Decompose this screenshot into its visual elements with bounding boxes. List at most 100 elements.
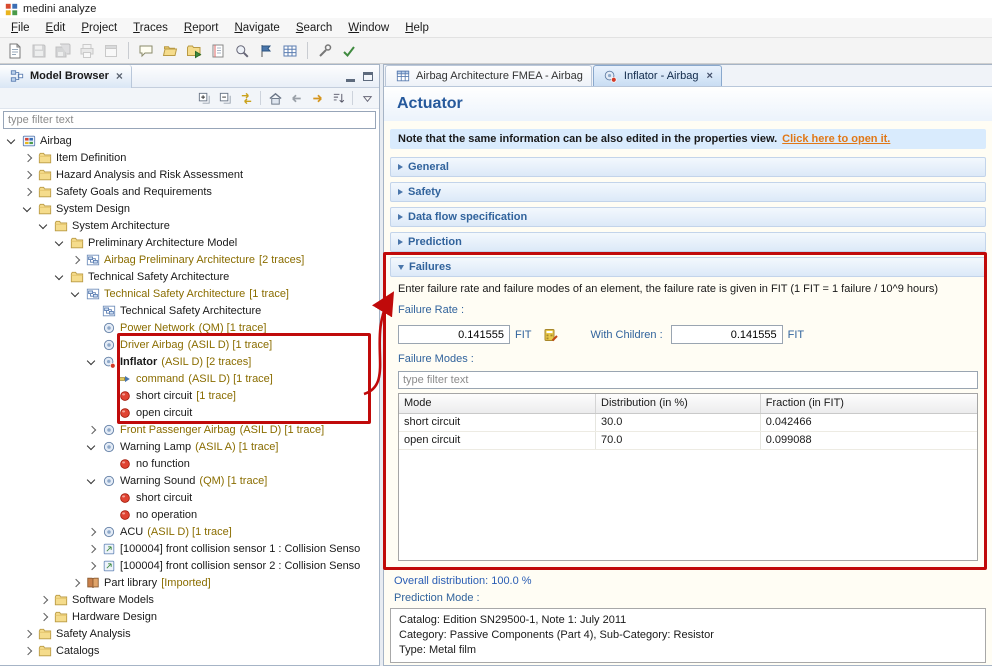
tree-item-catalogs[interactable]: Catalogs [0,642,379,659]
open-properties-link[interactable]: Click here to open it. [782,133,890,145]
tag-button[interactable] [255,40,277,62]
failure-rate-input[interactable] [398,325,510,344]
minimize-view-button[interactable] [346,71,355,82]
grid-button[interactable] [279,40,301,62]
tree-item-technical-safety-architecture[interactable]: Technical Safety Architecture[1 trace] [0,285,379,302]
expand-twistie-icon[interactable] [68,252,84,268]
expand-twistie-icon[interactable] [68,575,84,591]
tree-item-airbag[interactable]: Airbag [0,132,379,149]
collapse-twistie-icon[interactable] [20,201,36,217]
menu-file[interactable]: File [3,20,38,36]
section-data-flow-specification[interactable]: Data flow specification [390,207,986,227]
tree-item-command[interactable]: command(ASIL D) [1 trace] [0,370,379,387]
collapse-twistie-icon[interactable] [84,354,100,370]
expand-all-button[interactable] [194,89,214,108]
prediction-info-box[interactable]: Catalog: Edition SN29500-1, Note 1: July… [390,608,986,663]
column-header-mode[interactable]: Mode [399,394,596,413]
tree-item-short-circuit[interactable]: short circuit[1 trace] [0,387,379,404]
tree-item-front-passenger-airbag[interactable]: Front Passenger Airbag(ASIL D) [1 trace] [0,421,379,438]
folder-run-button[interactable] [183,40,205,62]
notebook-button[interactable] [207,40,229,62]
expand-twistie-icon[interactable] [20,150,36,166]
tree-item-acu[interactable]: ACU(ASIL D) [1 trace] [0,523,379,540]
tree-item-warning-sound[interactable]: Warning Sound(QM) [1 trace] [0,472,379,489]
tree-item-hazard-analysis-and-risk-assessment[interactable]: Hazard Analysis and Risk Assessment [0,166,379,183]
view-menu-button[interactable] [357,89,377,108]
collapse-twistie-icon[interactable] [68,286,84,302]
tree-item-system-design[interactable]: System Design [0,200,379,217]
editor-tab-airbag-architecture-fmea-airbag[interactable]: Airbag Architecture FMEA - Airbag [385,65,592,86]
with-children-input[interactable] [671,325,783,344]
tools-button[interactable] [314,40,336,62]
failure-mode-row-short-circuit[interactable]: short circuit30.00.042466 [399,413,977,431]
tree-item-system-architecture[interactable]: System Architecture [0,217,379,234]
editor-tab-inflator-airbag[interactable]: Inflator - Airbag× [593,65,722,86]
tree-item-driver-airbag[interactable]: Driver Airbag(ASIL D) [1 trace] [0,336,379,353]
expand-twistie-icon[interactable] [84,422,100,438]
tree-item-100004-front-collision-sensor-2-collision-senso[interactable]: [100004] front collision sensor 2 : Coll… [0,557,379,574]
tree-filter-input[interactable] [3,111,376,129]
menu-report[interactable]: Report [176,20,227,36]
expand-twistie-icon[interactable] [84,524,100,540]
folder-open-button[interactable] [159,40,181,62]
menu-edit[interactable]: Edit [38,20,74,36]
link-editor-button[interactable] [236,89,256,108]
tree-item-safety-goals-and-requirements[interactable]: Safety Goals and Requirements [0,183,379,200]
expand-twistie-icon[interactable] [20,626,36,642]
close-tab-icon[interactable]: × [707,70,713,82]
tree-item-airbag-preliminary-architecture[interactable]: Airbag Preliminary Architecture[2 traces… [0,251,379,268]
close-view-icon[interactable]: × [116,69,123,83]
collapse-twistie-icon[interactable] [4,133,20,149]
tree-item-part-library[interactable]: Part library[Imported] [0,574,379,591]
tree-item-no-operation[interactable]: no operation [0,506,379,523]
collapse-twistie-icon[interactable] [84,439,100,455]
collapse-twistie-icon[interactable] [52,269,68,285]
tree-item-short-circuit[interactable]: short circuit [0,489,379,506]
tree-item-software-models[interactable]: Software Models [0,591,379,608]
derive-failure-rate-button[interactable] [541,326,561,344]
tree-item-hardware-design[interactable]: Hardware Design [0,608,379,625]
menu-traces[interactable]: Traces [125,20,176,36]
check-button[interactable] [338,40,360,62]
section-general[interactable]: General [390,157,986,177]
expand-twistie-icon[interactable] [20,643,36,659]
expand-twistie-icon[interactable] [36,592,52,608]
menu-help[interactable]: Help [397,20,437,36]
tree-item-warning-lamp[interactable]: Warning Lamp(ASIL A) [1 trace] [0,438,379,455]
menu-window[interactable]: Window [340,20,397,36]
expand-twistie-icon[interactable] [20,167,36,183]
maximize-view-button[interactable] [363,72,373,81]
expand-twistie-icon[interactable] [36,609,52,625]
home-button[interactable] [265,89,285,108]
tree-item-inflator[interactable]: Inflator(ASIL D) [2 traces] [0,353,379,370]
tree-item-safety-analysis[interactable]: Safety Analysis [0,625,379,642]
expand-twistie-icon[interactable] [84,558,100,574]
save-all-button[interactable] [52,40,74,62]
tree-item-technical-safety-architecture[interactable]: Technical Safety Architecture [0,302,379,319]
column-header-fraction-in-fit[interactable]: Fraction (in FIT) [760,394,977,413]
menu-navigate[interactable]: Navigate [226,20,287,36]
failure-mode-row-open-circuit[interactable]: open circuit70.00.099088 [399,431,977,449]
collapse-all-button[interactable] [215,89,235,108]
expand-twistie-icon[interactable] [84,541,100,557]
new-button[interactable] [4,40,26,62]
print-button[interactable] [76,40,98,62]
search-button[interactable] [231,40,253,62]
failures-section-header[interactable]: Failures [390,257,986,277]
collapse-twistie-icon[interactable] [84,473,100,489]
collapse-twistie-icon[interactable] [36,218,52,234]
bubble-button[interactable] [135,40,157,62]
window-button[interactable] [100,40,122,62]
tree-item-power-network[interactable]: Power Network(QM) [1 trace] [0,319,379,336]
tree-item-item-definition[interactable]: Item Definition [0,149,379,166]
section-prediction[interactable]: Prediction [390,232,986,252]
model-browser-tab[interactable]: Model Browser × [0,65,132,88]
tree-item-preliminary-architecture-model[interactable]: Preliminary Architecture Model [0,234,379,251]
column-header-distribution-in[interactable]: Distribution (in %) [596,394,761,413]
save-button[interactable] [28,40,50,62]
failure-modes-filter-input[interactable] [398,371,978,389]
back-button[interactable] [286,89,306,108]
failure-modes-table[interactable]: ModeDistribution (in %)Fraction (in FIT)… [398,393,978,561]
expand-twistie-icon[interactable] [20,184,36,200]
menu-search[interactable]: Search [288,20,340,36]
